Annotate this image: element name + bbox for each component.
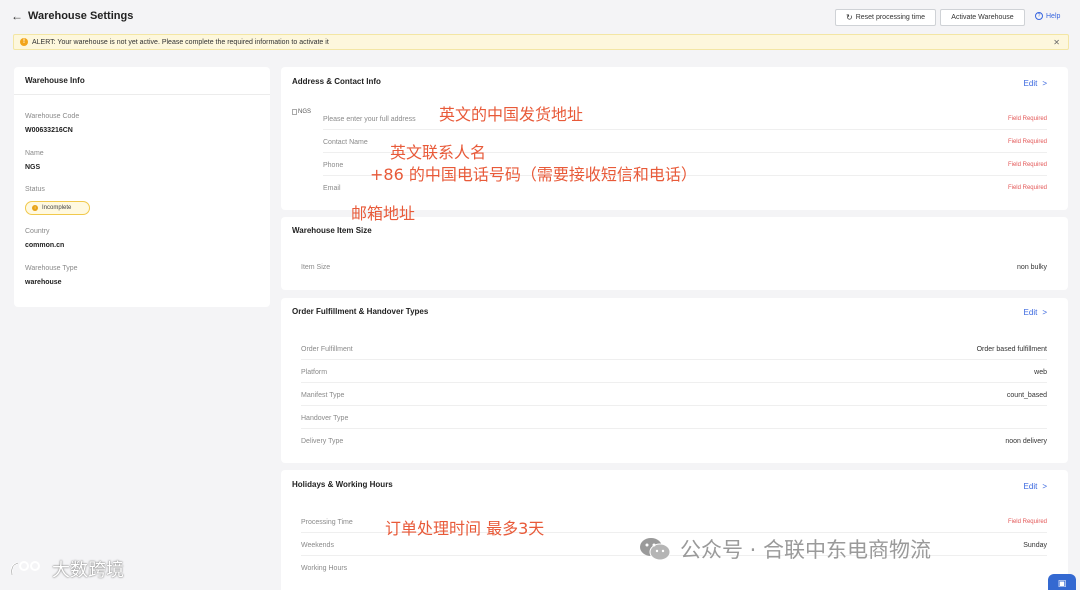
item-size-card: Warehouse Item Size Item Size non bulky (281, 217, 1068, 290)
wechat-icon (640, 538, 671, 561)
handover-type-row: Handover Type (301, 407, 1047, 429)
warning-icon: ! (20, 38, 28, 46)
chat-icon[interactable]: ▣ (1048, 574, 1076, 590)
address-label: Please enter your full address (323, 116, 416, 123)
name-value: NGS (25, 164, 41, 171)
status-badge: ! Incomplete (25, 201, 90, 215)
annotation-processing-time: 订单处理时间 最多3天 (385, 519, 545, 538)
platform-value: web (1034, 369, 1047, 376)
warehouse-info-card: Warehouse Info Warehouse Code W00633216C… (14, 67, 270, 307)
help-label: Help (1046, 12, 1061, 20)
field-required-text: Field Required (1007, 162, 1047, 168)
activate-button-label: Activate Warehouse (951, 14, 1014, 21)
watermark-right-text: 公众号 · 合联中东电商物流 (680, 538, 932, 562)
annotation-phone: +86 的中国电话号码（需要接收短信和电话） (370, 165, 697, 184)
weekends-label: Weekends (301, 542, 334, 549)
activate-warehouse-button[interactable]: Activate Warehouse (940, 9, 1025, 26)
chevron-right-icon: > (1042, 308, 1047, 317)
manifest-type-row: Manifest Type count_based (301, 384, 1047, 406)
platform-label: Platform (301, 369, 328, 376)
logo-icon (10, 561, 40, 576)
chevron-right-icon: > (1042, 482, 1047, 491)
divider (14, 94, 270, 95)
watermark-left-text: 大数跨境 (52, 560, 124, 581)
name-label: Name (25, 150, 44, 157)
page-title: Warehouse Settings (28, 10, 134, 22)
weekends-value: Sunday (1023, 542, 1047, 549)
image-alt-text: NGS (298, 109, 312, 115)
annotation-address: 英文的中国发货地址 (439, 105, 584, 124)
warehouse-code-label: Warehouse Code (25, 113, 80, 120)
alert-text: ALERT: Your warehouse is not yet active.… (32, 38, 329, 46)
broken-image: NGS (292, 109, 311, 115)
warehouse-type-value: warehouse (25, 279, 62, 286)
holidays-title: Holidays & Working Hours (292, 480, 393, 489)
alert-banner: ! ALERT: Your warehouse is not yet activ… (13, 34, 1069, 50)
item-size-row: Item Size non bulky (301, 256, 1047, 278)
delivery-type-label: Delivery Type (301, 438, 344, 445)
item-size-label: Item Size (301, 264, 331, 271)
item-size-title: Warehouse Item Size (292, 226, 372, 235)
help-circle-icon: ? (1035, 12, 1043, 20)
annotation-email: 邮箱地址 (351, 204, 416, 223)
warehouse-info-title: Warehouse Info (25, 76, 85, 85)
watermark-left: 大数跨境 (8, 556, 124, 582)
phone-label: Phone (323, 162, 344, 169)
image-icon (292, 109, 297, 115)
country-value: common.cn (25, 242, 65, 249)
back-arrow-icon[interactable]: ← (11, 9, 23, 23)
edit-label: Edit (1023, 79, 1038, 88)
warning-icon: ! (32, 205, 38, 211)
platform-row: Platform web (301, 361, 1047, 383)
reset-button-label: Reset processing time (855, 14, 925, 21)
edit-label: Edit (1023, 482, 1038, 491)
processing-time-label: Processing Time (301, 519, 353, 526)
field-required-text: Field Required (1007, 139, 1047, 145)
status-label: Status (25, 186, 45, 193)
close-icon[interactable]: ✕ (1053, 38, 1060, 47)
fulfillment-title: Order Fulfillment & Handover Types (292, 307, 429, 316)
order-fulfillment-value: Order based fulfillment (976, 346, 1047, 353)
fulfillment-card: Order Fulfillment & Handover Types Edit … (281, 298, 1068, 463)
delivery-type-row: Delivery Type noon delivery (301, 430, 1047, 452)
edit-holidays-link[interactable]: Edit > (1024, 482, 1047, 491)
warehouse-type-label: Warehouse Type (25, 265, 78, 272)
edit-label: Edit (1023, 308, 1038, 317)
field-required-text: Field Required (1007, 519, 1047, 525)
watermark-right: 公众号 · 合联中东电商物流 (638, 534, 931, 564)
country-label: Country (25, 228, 50, 235)
order-fulfillment-row: Order Fulfillment Order based fulfillmen… (301, 338, 1047, 360)
annotation-contact: 英文联系人名 (390, 143, 487, 162)
status-value: Incomplete (42, 205, 72, 211)
email-label: Email (323, 185, 341, 192)
contact-name-label: Contact Name (323, 139, 368, 146)
order-fulfillment-label: Order Fulfillment (301, 346, 353, 353)
working-hours-label: Working Hours (301, 565, 348, 572)
manifest-type-value: count_based (1006, 392, 1047, 399)
chevron-right-icon: > (1042, 79, 1047, 88)
handover-type-label: Handover Type (301, 415, 349, 422)
page-header: ← Warehouse Settings ↻ Reset processing … (0, 0, 1080, 32)
refresh-icon: ↻ (846, 13, 853, 22)
field-required-text: Field Required (1007, 185, 1047, 191)
help-link[interactable]: ? Help (1035, 12, 1060, 20)
reset-processing-time-button[interactable]: ↻ Reset processing time (835, 9, 936, 26)
manifest-type-label: Manifest Type (301, 392, 345, 399)
address-row: Please enter your full address Field Req… (323, 108, 1047, 130)
warehouse-code-value: W00633216CN (25, 127, 73, 134)
edit-address-link[interactable]: Edit > (1024, 79, 1047, 88)
edit-fulfillment-link[interactable]: Edit > (1024, 308, 1047, 317)
address-contact-title: Address & Contact Info (292, 77, 381, 86)
delivery-type-value: noon delivery (1005, 438, 1047, 445)
field-required-text: Field Required (1007, 116, 1047, 122)
item-size-value: non bulky (1017, 264, 1047, 271)
